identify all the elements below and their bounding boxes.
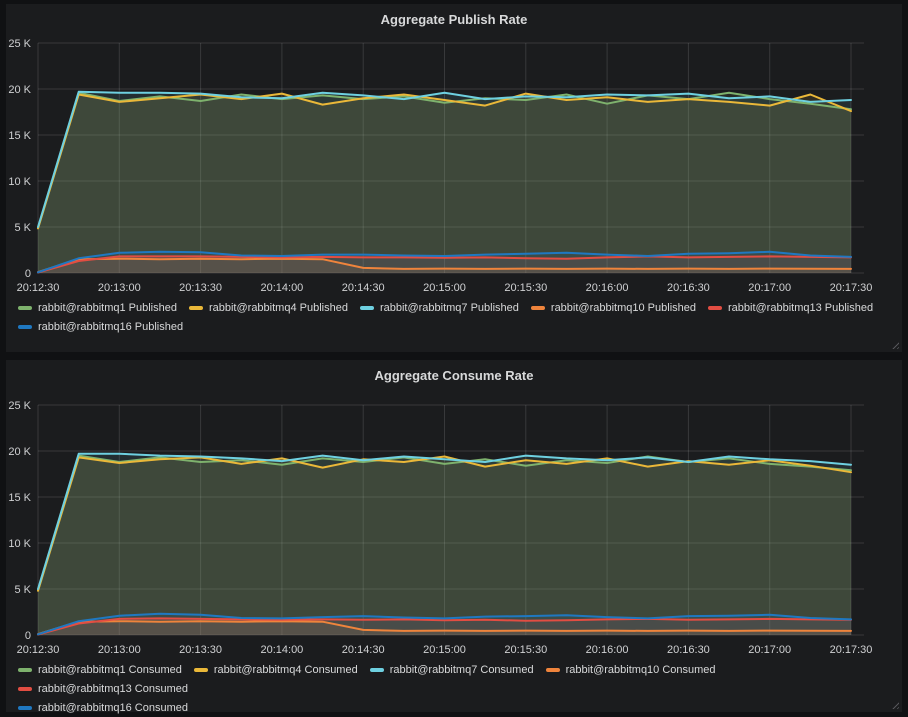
legend-label: rabbit@rabbitmq10 Consumed	[566, 664, 716, 676]
legend-label: rabbit@rabbitmq16 Published	[38, 321, 183, 333]
y-axis-label: 0	[25, 268, 31, 280]
x-axis-label: 20:17:00	[748, 282, 791, 294]
x-axis-label: 20:15:30	[504, 644, 547, 656]
x-axis-label: 20:16:30	[667, 282, 710, 294]
x-axis-label: 20:13:30	[179, 644, 222, 656]
legend-swatch-icon	[194, 668, 208, 672]
legend-item-rabbit-rabbitmq16-published[interactable]: rabbit@rabbitmq16 Published	[18, 317, 183, 336]
legend-swatch-icon	[18, 687, 32, 691]
legend-item-rabbit-rabbitmq4-consumed[interactable]: rabbit@rabbitmq4 Consumed	[194, 660, 358, 679]
y-axis-label: 10 K	[8, 538, 31, 550]
x-axis-label: 20:14:00	[260, 282, 303, 294]
x-axis-label: 20:16:00	[586, 644, 629, 656]
y-axis-label: 5 K	[14, 584, 31, 596]
x-axis-label: 20:14:00	[260, 644, 303, 656]
legend-label: rabbit@rabbitmq7 Published	[380, 302, 519, 314]
legend-swatch-icon	[370, 668, 384, 672]
x-axis-label: 20:15:30	[504, 282, 547, 294]
legend-swatch-icon	[18, 325, 32, 329]
legend-label: rabbit@rabbitmq7 Consumed	[390, 664, 534, 676]
legend-item-rabbit-rabbitmq4-published[interactable]: rabbit@rabbitmq4 Published	[189, 298, 348, 317]
legend-swatch-icon	[189, 306, 203, 310]
series-areas	[38, 92, 851, 273]
x-axis-label: 20:15:00	[423, 644, 466, 656]
x-axis-label: 20:13:00	[98, 282, 141, 294]
panel-title[interactable]: Aggregate Publish Rate	[6, 12, 902, 27]
legend-swatch-icon	[18, 668, 32, 672]
legend-swatch-icon	[531, 306, 545, 310]
y-axis-label: 5 K	[14, 222, 31, 234]
legend-label: rabbit@rabbitmq1 Consumed	[38, 664, 182, 676]
panel-resize-handle-icon[interactable]	[890, 340, 899, 349]
legend-item-rabbit-rabbitmq7-published[interactable]: rabbit@rabbitmq7 Published	[360, 298, 519, 317]
legend-item-rabbit-rabbitmq13-published[interactable]: rabbit@rabbitmq13 Published	[708, 298, 873, 317]
legend-swatch-icon	[18, 306, 32, 310]
legend-item-rabbit-rabbitmq13-consumed[interactable]: rabbit@rabbitmq13 Consumed	[18, 679, 188, 698]
y-axis-label: 15 K	[8, 492, 31, 504]
legend-item-rabbit-rabbitmq16-consumed[interactable]: rabbit@rabbitmq16 Consumed	[18, 698, 188, 717]
x-axis-label: 20:16:30	[667, 644, 710, 656]
x-axis-label: 20:17:30	[830, 644, 873, 656]
x-axis-label: 20:12:30	[17, 282, 60, 294]
legend-label: rabbit@rabbitmq13 Published	[728, 302, 873, 314]
legend-swatch-icon	[708, 306, 722, 310]
y-axis-label: 15 K	[8, 130, 31, 142]
x-axis-label: 20:13:30	[179, 282, 222, 294]
consume-rate-legend: rabbit@rabbitmq1 Consumed rabbit@rabbitmq…	[18, 660, 892, 717]
legend-swatch-icon	[18, 706, 32, 710]
y-axis-label: 25 K	[8, 38, 31, 50]
x-axis-label: 20:17:00	[748, 644, 791, 656]
y-axis-label: 25 K	[8, 400, 31, 412]
legend-item-rabbit-rabbitmq10-consumed[interactable]: rabbit@rabbitmq10 Consumed	[546, 660, 716, 679]
panel-aggregate-publish-rate: Aggregate Publish Rate 25 K 20 K 15 K 10 K 5…	[6, 4, 902, 352]
legend-swatch-icon	[360, 306, 374, 310]
series-area-rabbit-rabbitmq7-consumed	[38, 454, 851, 635]
panel-aggregate-consume-rate: Aggregate Consume Rate 25 K 20 K 15 K 10 K 5…	[6, 360, 902, 712]
legend-item-rabbit-rabbitmq7-consumed[interactable]: rabbit@rabbitmq7 Consumed	[370, 660, 534, 679]
publish-rate-legend: rabbit@rabbitmq1 Published rabbit@rabbitm…	[18, 298, 892, 336]
consume-rate-chart[interactable]: 25 K 20 K 15 K 10 K 5 K 0 20:12:30 20:13:00 20:1…	[6, 394, 902, 658]
y-axis-label: 10 K	[8, 176, 31, 188]
y-axis-label: 0	[25, 630, 31, 642]
x-axis-label: 20:13:00	[98, 644, 141, 656]
series-areas	[38, 454, 851, 635]
y-axis-label: 20 K	[8, 84, 31, 96]
legend-item-rabbit-rabbitmq1-published[interactable]: rabbit@rabbitmq1 Published	[18, 298, 177, 317]
legend-label: rabbit@rabbitmq13 Consumed	[38, 683, 188, 695]
legend-item-rabbit-rabbitmq1-consumed[interactable]: rabbit@rabbitmq1 Consumed	[18, 660, 182, 679]
panel-title[interactable]: Aggregate Consume Rate	[6, 368, 902, 383]
x-axis-label: 20:15:00	[423, 282, 466, 294]
x-axis-label: 20:12:30	[17, 644, 60, 656]
legend-item-rabbit-rabbitmq10-published[interactable]: rabbit@rabbitmq10 Published	[531, 298, 696, 317]
series-area-rabbit-rabbitmq7-published	[38, 92, 851, 273]
x-axis-label: 20:16:00	[586, 282, 629, 294]
legend-label: rabbit@rabbitmq4 Published	[209, 302, 348, 314]
legend-swatch-icon	[546, 668, 560, 672]
legend-label: rabbit@rabbitmq10 Published	[551, 302, 696, 314]
legend-label: rabbit@rabbitmq4 Consumed	[214, 664, 358, 676]
x-axis-label: 20:14:30	[342, 282, 385, 294]
x-axis-label: 20:17:30	[830, 282, 873, 294]
legend-label: rabbit@rabbitmq1 Published	[38, 302, 177, 314]
x-axis-label: 20:14:30	[342, 644, 385, 656]
publish-rate-chart[interactable]: 25 K 20 K 15 K 10 K 5 K 0 20:12:30 20:13:00 20:1…	[6, 32, 902, 296]
y-axis-label: 20 K	[8, 446, 31, 458]
